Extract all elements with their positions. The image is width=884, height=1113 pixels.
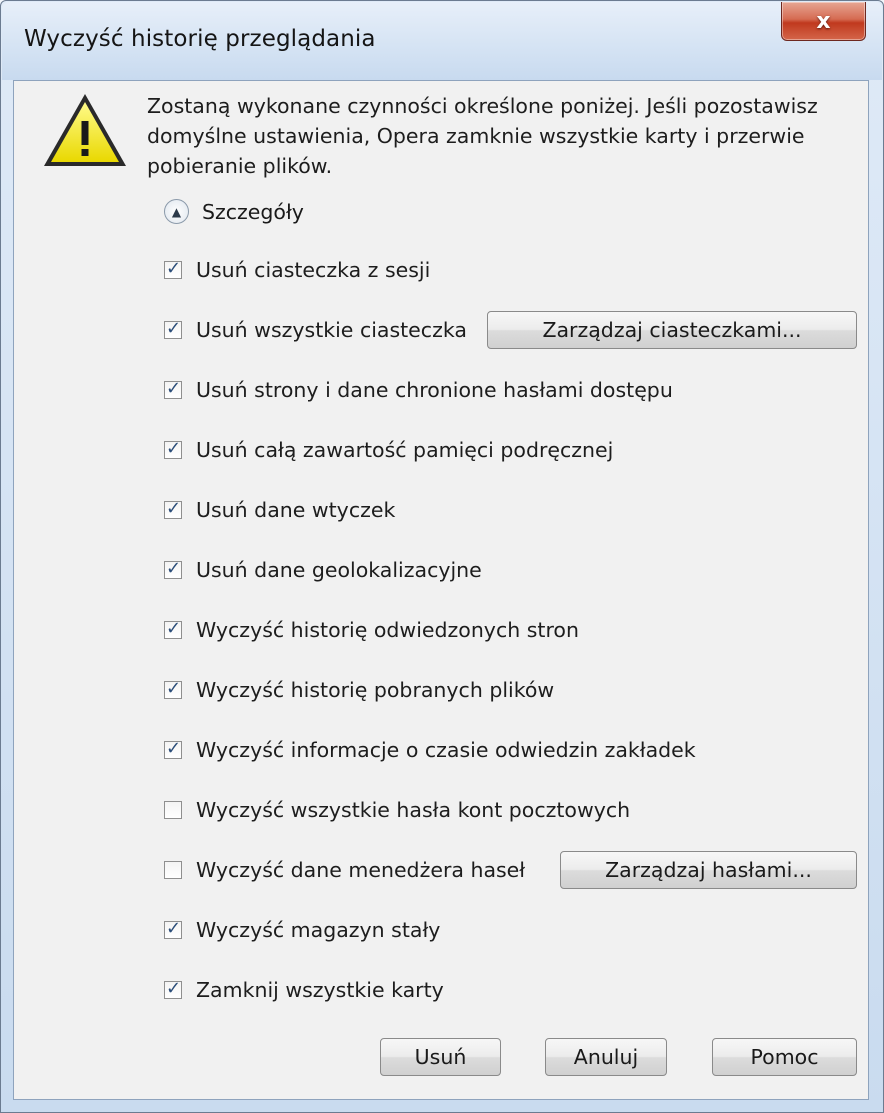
option-checkbox[interactable]: ✓: [164, 978, 182, 999]
delete-button[interactable]: Usuń: [380, 1038, 501, 1076]
option-label: Usuń ciasteczka z sesji: [196, 258, 431, 282]
checkmark-icon: ✓: [166, 438, 182, 459]
close-button[interactable]: x: [781, 2, 866, 41]
option-label: Usuń całą zawartość pamięci podręcznej: [196, 438, 614, 462]
option-label: Wyczyść historię odwiedzonych stron: [196, 618, 579, 642]
option-row[interactable]: ✓ Wyczyść historię odwiedzonych stron: [164, 618, 579, 642]
dialog-title: Wyczyść historię przeglądania: [24, 26, 376, 52]
option-row[interactable]: ✓ Wyczyść informacje o czasie odwiedzin z…: [164, 738, 696, 762]
option-checkbox[interactable]: [164, 801, 182, 819]
option-label: Usuń dane wtyczek: [196, 498, 396, 522]
checkmark-icon: ✓: [166, 618, 182, 639]
help-button[interactable]: Pomoc: [712, 1038, 857, 1076]
info-message: Zostaną wykonane czynności określone pon…: [147, 94, 818, 178]
option-label: Wyczyść dane menedżera haseł: [196, 858, 526, 882]
details-label: Szczegóły: [202, 199, 304, 224]
checkmark-icon: ✓: [166, 378, 182, 399]
option-checkbox[interactable]: [164, 861, 182, 879]
option-checkbox[interactable]: ✓: [164, 558, 182, 579]
checkmark-icon: ✓: [166, 258, 182, 279]
cancel-button[interactable]: Anuluj: [545, 1038, 667, 1076]
option-checkbox[interactable]: ✓: [164, 498, 182, 519]
checkmark-icon: ✓: [166, 558, 182, 579]
option-row[interactable]: Wyczyść wszystkie hasła kont pocztowych: [164, 798, 630, 822]
option-checkbox[interactable]: ✓: [164, 438, 182, 459]
close-icon: x: [816, 8, 831, 34]
checkmark-icon: ✓: [166, 318, 182, 339]
option-checkbox[interactable]: ✓: [164, 378, 182, 399]
option-row[interactable]: ✓ Usuń wszystkie ciasteczka: [164, 318, 467, 342]
option-checkbox[interactable]: ✓: [164, 258, 182, 279]
option-row[interactable]: ✓ Zamknij wszystkie karty: [164, 978, 444, 1002]
warning-icon: [44, 94, 126, 166]
option-checkbox[interactable]: ✓: [164, 678, 182, 699]
chevron-up-icon[interactable]: ▲: [164, 199, 189, 224]
dialog-window: Wyczyść historię przeglądania x Zostaną …: [0, 0, 884, 1113]
checkmark-icon: ✓: [166, 738, 182, 759]
checkmark-icon: ✓: [166, 678, 182, 699]
option-row[interactable]: ✓ Wyczyść historię pobranych plików: [164, 678, 554, 702]
manage-passwords-button[interactable]: Zarządzaj hasłami...: [560, 851, 857, 889]
option-label: Usuń dane geolokalizacyjne: [196, 558, 482, 582]
option-checkbox[interactable]: ✓: [164, 738, 182, 759]
title-bar[interactable]: Wyczyść historię przeglądania x: [2, 2, 882, 80]
option-row[interactable]: ✓ Wyczyść magazyn stały: [164, 918, 440, 942]
option-checkbox[interactable]: ✓: [164, 918, 182, 939]
dialog-body: Zostaną wykonane czynności określone pon…: [13, 80, 869, 1100]
details-toggle[interactable]: ▲ Szczegóły: [164, 199, 304, 224]
option-label: Wyczyść wszystkie hasła kont pocztowych: [196, 798, 631, 822]
option-label: Wyczyść magazyn stały: [196, 918, 441, 942]
option-row[interactable]: ✓ Usuń ciasteczka z sesji: [164, 258, 430, 282]
manage-cookies-button[interactable]: Zarządzaj ciasteczkami...: [487, 311, 857, 349]
checkmark-icon: ✓: [166, 918, 182, 939]
option-row[interactable]: ✓ Usuń strony i dane chronione hasłami do…: [164, 378, 673, 402]
option-label: Usuń wszystkie ciasteczka: [196, 318, 467, 342]
option-row[interactable]: Wyczyść dane menedżera haseł: [164, 858, 525, 882]
checkmark-icon: ✓: [166, 978, 182, 999]
option-row[interactable]: ✓ Usuń dane wtyczek: [164, 498, 395, 522]
option-row[interactable]: ✓ Usuń dane geolokalizacyjne: [164, 558, 482, 582]
checkmark-icon: ✓: [166, 498, 182, 519]
option-checkbox[interactable]: ✓: [164, 618, 182, 639]
option-checkbox[interactable]: ✓: [164, 318, 182, 339]
option-row[interactable]: ✓ Usuń całą zawartość pamięci podręcznej: [164, 438, 613, 462]
option-label: Wyczyść informacje o czasie odwiedzin za…: [196, 738, 696, 762]
option-label: Wyczyść historię pobranych plików: [196, 678, 555, 702]
option-label: Usuń strony i dane chronione hasłami dos…: [196, 378, 673, 402]
option-label: Zamknij wszystkie karty: [196, 978, 444, 1002]
